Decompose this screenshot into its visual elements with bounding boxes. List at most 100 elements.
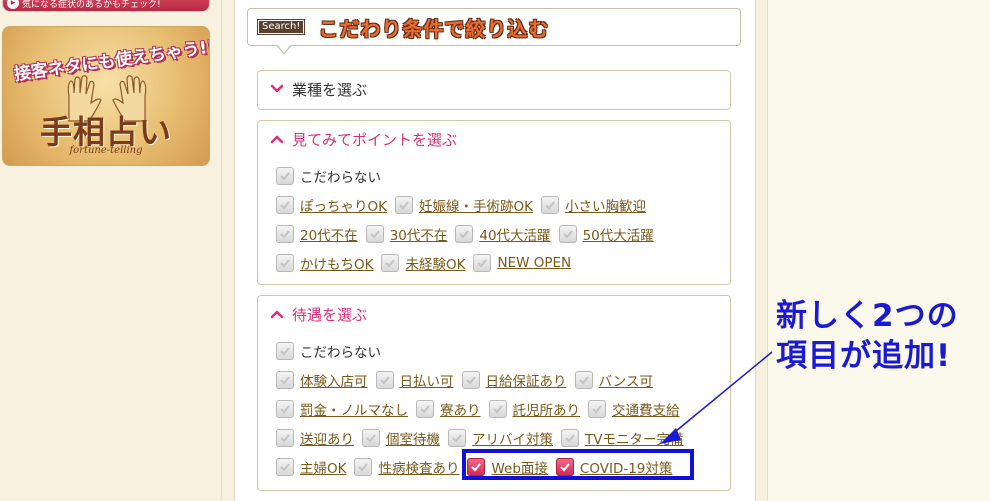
new-items-annotation: 新しく2つの 項目が追加!: [776, 296, 986, 376]
palm-reading-banner[interactable]: 接客ネタにも使えちゃう!! 手相占い fortune-telling: [2, 26, 210, 166]
option-private-room[interactable]: 個室待機: [362, 428, 440, 448]
checkbox[interactable]: [473, 253, 492, 272]
option-daily-pay[interactable]: 日払い可: [375, 370, 454, 390]
option-small-chest[interactable]: 小さい胸歓迎: [540, 195, 646, 215]
option-no-penalty[interactable]: 罰金・ノルマなし: [276, 399, 408, 419]
option-label: 個室待機: [386, 431, 440, 448]
option-label: 送迎あり: [300, 431, 354, 448]
chevron-down-icon: [270, 84, 284, 93]
option-label: 託児所あり: [512, 402, 581, 419]
option-label: 小さい胸歓迎: [564, 198, 646, 215]
option-beginner-ok[interactable]: 未経験OK: [381, 253, 465, 273]
chevron-up-icon: [270, 310, 284, 319]
checkbox[interactable]: [276, 253, 294, 272]
checkbox[interactable]: [362, 428, 380, 447]
checkbox[interactable]: [375, 370, 394, 389]
option-30s[interactable]: 30代不在: [365, 224, 447, 244]
check-icon: [358, 462, 369, 471]
checkbox[interactable]: [381, 253, 400, 272]
checkbox[interactable]: [276, 428, 294, 447]
option-row: ぽっちゃりOK 妊娠線・手術跡OK 小さい胸歓迎: [276, 190, 730, 219]
option-housewife-ok[interactable]: 主婦OK: [276, 457, 346, 477]
checkbox[interactable]: [561, 428, 579, 447]
check-icon: [280, 171, 290, 180]
option-multi-job[interactable]: かけもちOK: [276, 253, 373, 273]
option-label: 交通費支給: [612, 402, 680, 419]
search-heading: こだわり条件で絞り込む: [318, 16, 550, 41]
option-trial[interactable]: 体験入店可: [276, 370, 368, 390]
option-40s[interactable]: 40代大活躍: [455, 224, 551, 244]
annotation-line-1: 新しく2つの: [776, 298, 959, 334]
option-50s[interactable]: 50代大活躍: [558, 224, 654, 244]
checkbox[interactable]: [540, 195, 559, 214]
panel-industry-toggle[interactable]: 業種を選ぶ: [258, 71, 730, 107]
option-row: こだわらない: [276, 161, 730, 190]
checkbox[interactable]: [455, 224, 474, 243]
option-label: 20代不在: [300, 227, 358, 244]
option-transport[interactable]: 交通費支給: [588, 399, 680, 419]
option-dorm[interactable]: 寮あり: [416, 399, 481, 419]
checkbox[interactable]: [354, 457, 373, 476]
checkbox[interactable]: [448, 428, 466, 447]
option-pickup[interactable]: 送迎あり: [276, 428, 354, 448]
option-label: 妊娠線・手術跡OK: [418, 198, 533, 215]
option-any[interactable]: こだわらない: [276, 341, 381, 361]
check-icon: [280, 462, 290, 471]
panel-points-toggle[interactable]: 見てみてポイントを選ぶ: [258, 121, 730, 157]
checkbox[interactable]: [276, 370, 294, 389]
chevron-up-icon: [270, 135, 284, 144]
checkbox[interactable]: [488, 399, 507, 418]
search-heading-bubble: Search! こだわり条件で絞り込む: [247, 8, 741, 55]
check-icon: [280, 258, 290, 267]
checkbox[interactable]: [276, 166, 294, 185]
option-label: 未経験OK: [405, 256, 466, 273]
checkbox[interactable]: [365, 224, 384, 243]
option-label: 性病検査あり: [378, 460, 460, 477]
check-icon: [459, 229, 470, 238]
search-tag: Search!: [256, 19, 306, 35]
option-tv-monitor[interactable]: TVモニター完備: [561, 428, 683, 448]
checkbox[interactable]: [394, 195, 413, 214]
option-chubby-ok[interactable]: ぽっちゃりOK: [276, 195, 387, 215]
checkbox[interactable]: [461, 370, 480, 389]
check-icon: [280, 229, 290, 238]
option-label: 罰金・ノルマなし: [300, 402, 408, 419]
checkbox[interactable]: [276, 399, 294, 418]
option-label: こだわらない: [300, 169, 381, 186]
option-stretchmark-ok[interactable]: 妊娠線・手術跡OK: [394, 195, 533, 215]
option-new-open[interactable]: NEW OPEN: [473, 253, 571, 272]
option-alibi[interactable]: アリバイ対策: [448, 428, 553, 448]
panel-industry: 業種を選ぶ: [257, 70, 731, 110]
option-label: バンス可: [598, 373, 653, 390]
checkbox[interactable]: [588, 399, 606, 418]
check-icon: [280, 433, 290, 442]
checkbox[interactable]: [276, 224, 294, 243]
option-label: 寮あり: [440, 402, 481, 419]
check-icon: [452, 433, 462, 442]
check-icon: [366, 433, 376, 442]
checkbox[interactable]: [276, 457, 294, 476]
checkbox[interactable]: [276, 341, 294, 360]
option-advance[interactable]: バンス可: [574, 370, 653, 390]
checkbox[interactable]: [574, 370, 593, 389]
check-icon: [465, 375, 476, 384]
option-daycare[interactable]: 託児所あり: [488, 399, 581, 419]
checkbox[interactable]: [276, 195, 294, 214]
option-any[interactable]: こだわらない: [276, 166, 381, 186]
new-items-highlight: [462, 449, 694, 480]
option-20s[interactable]: 20代不在: [276, 224, 358, 244]
option-row: 20代不在 30代不在 40代大活躍 50代大活躍: [276, 219, 730, 248]
checkbox[interactable]: [558, 224, 577, 243]
right-column: [767, 0, 990, 501]
option-label: 40代大活躍: [479, 227, 551, 244]
arrow-circle-icon: ▸: [7, 0, 19, 9]
checkbox[interactable]: [416, 399, 434, 418]
annotation-line-2: 項目が追加!: [776, 338, 952, 374]
check-icon: [280, 375, 290, 384]
panel-benefits-toggle[interactable]: 待遇を選ぶ: [258, 296, 730, 332]
option-daily-guarantee[interactable]: 日給保証あり: [461, 370, 567, 390]
option-std-test[interactable]: 性病検査あり: [354, 457, 459, 477]
check-icon: [545, 200, 555, 209]
symptom-check-banner[interactable]: ▸ 気になる症状のあるかもチェック!: [2, 0, 210, 12]
palm-banner-subtitle: fortune-telling: [69, 145, 143, 156]
